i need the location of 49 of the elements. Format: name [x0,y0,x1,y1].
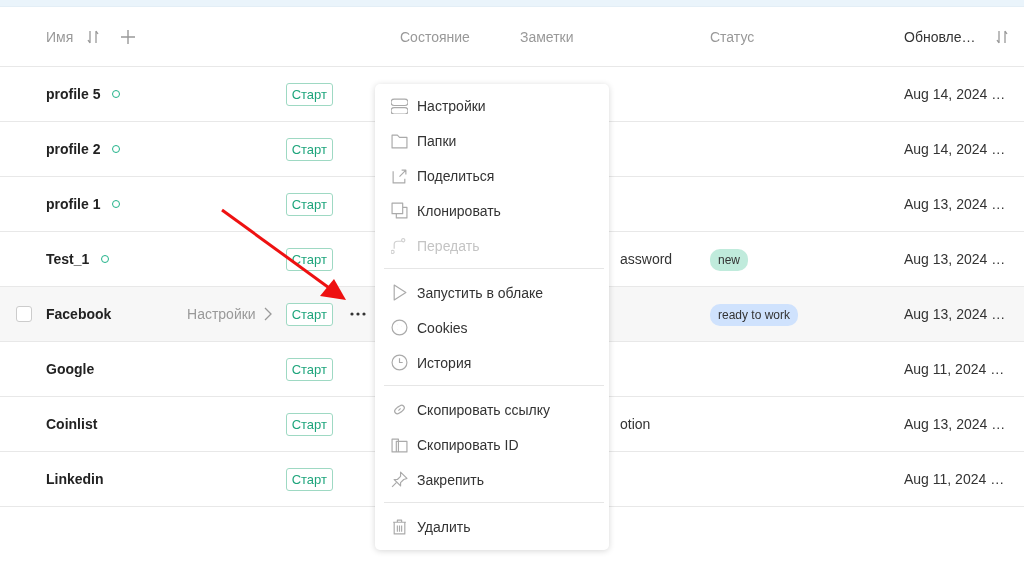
table-cell: Aug 14, 2024 … [904,86,1006,102]
profile-name[interactable]: Google [46,361,95,377]
row-checkbox[interactable] [16,306,32,322]
profile-name[interactable]: profile 5 [46,86,101,102]
cookie-icon [391,319,408,336]
profile-name[interactable]: profile 2 [46,141,101,157]
table-cell: Aug 13, 2024 … [904,416,1006,432]
column-header[interactable]: Обновле… [904,28,976,45]
profile-name[interactable]: Facebook [46,306,112,322]
menu-item[interactable]: История [380,345,604,380]
table-cell: Aug 11, 2024 … [904,361,1005,377]
menu-item[interactable]: Удалить [380,509,604,544]
copy-icon [391,202,408,219]
table-cell: Aug 11, 2024 … [904,471,1005,487]
profile-name[interactable]: Test_1 [46,251,90,267]
profile-name[interactable]: profile 1 [46,196,101,212]
copy-icon [391,436,408,453]
route-icon [391,237,408,254]
table-cell: Aug 13, 2024 … [904,306,1006,322]
share-icon [391,167,408,184]
table-cell: Aug 13, 2024 … [904,251,1006,267]
menu-item[interactable]: Клонировать [380,193,604,228]
menu-item[interactable]: Cookies [380,310,604,345]
profile-name[interactable]: Linkedin [46,471,104,487]
status-tag: ready to work [710,304,799,326]
profile-name[interactable]: Coinlist [46,416,98,432]
table-cell: Aug 13, 2024 … [904,196,1006,212]
folder-icon [391,132,408,149]
sort-icon[interactable] [995,29,1008,44]
menu-item[interactable]: Настройки [380,88,604,123]
status-tag: new [710,249,748,271]
clock-icon [391,354,408,371]
play-icon [391,284,408,301]
table-cell: Aug 14, 2024 … [904,141,1006,157]
menu-item[interactable]: Закрепить [380,462,604,497]
table-cell-text: otion [619,416,651,432]
pin-icon [391,471,408,488]
menu-item[interactable]: Поделиться [380,158,604,193]
menu-item[interactable]: Скопировать ссылку [380,392,604,427]
chevron-icon [263,307,272,321]
menu-item[interactable]: Запустить в облаке [380,275,604,310]
add-icon[interactable] [121,29,136,44]
toggles-icon [391,97,408,114]
menu-item[interactable]: Папки [380,123,604,158]
sort-icon[interactable] [87,29,100,44]
trash-icon [391,518,408,535]
more-icon[interactable] [350,312,366,316]
menu-item[interactable]: Скопировать ID [380,427,604,462]
table-cell-text: assword [619,251,673,267]
